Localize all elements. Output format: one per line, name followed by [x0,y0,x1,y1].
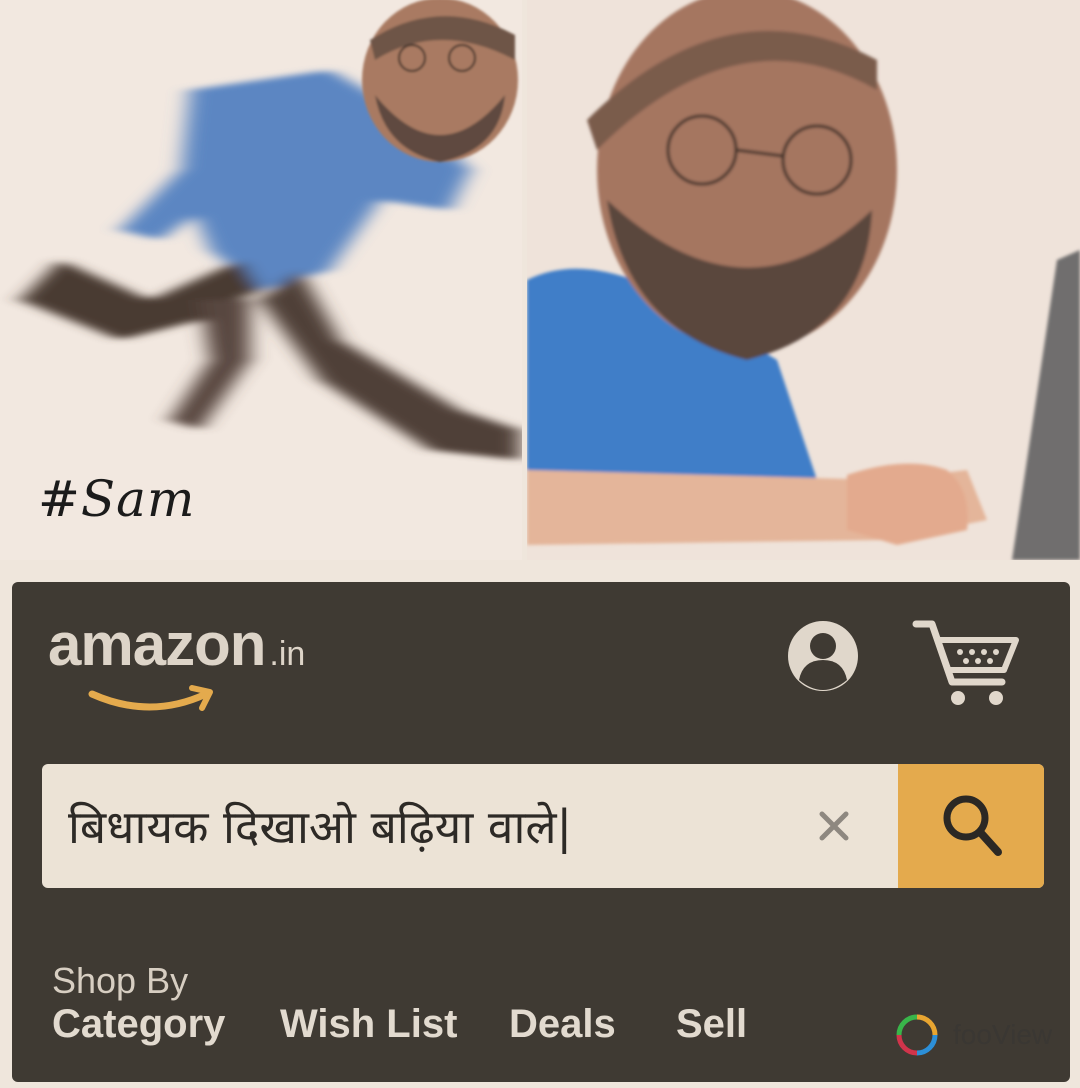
account-circle-icon [788,621,858,691]
search-icon [943,795,1002,856]
logo-tld: .in [269,635,306,673]
amazon-logo[interactable]: amazon .in [48,610,306,711]
clear-search-button[interactable] [816,808,852,849]
amazon-header: amazon .in बिधायक दिखाओ बढ़िया वाले| Sho… [12,582,1070,1082]
hashtag-text: #Sam [38,470,196,528]
nav-deals[interactable]: Deals [509,1002,616,1047]
search-button[interactable] [898,764,1044,888]
fooview-logo-icon [896,1014,938,1056]
typing-figure-illustration [527,0,1080,560]
watermark-text: fooView [953,1019,1053,1050]
account-button[interactable] [785,618,861,699]
logo-wordmark: amazon [48,611,266,678]
shop-by-label: Shop By [52,960,189,1001]
nav-sell[interactable]: Sell [676,1002,747,1047]
nav-category[interactable]: Category [52,1002,225,1047]
search-bar [42,764,1044,888]
search-input[interactable] [42,764,898,888]
cart-icon [912,620,1019,705]
meme-panel-right [527,0,1080,560]
amazon-smile-icon [88,685,213,711]
cart-button[interactable] [910,618,1022,717]
fooview-watermark: fooView [895,1013,1052,1057]
close-icon [819,811,849,841]
nav-wish-list[interactable]: Wish List [280,1002,457,1047]
meme-panel-left: #Sam [0,0,522,560]
